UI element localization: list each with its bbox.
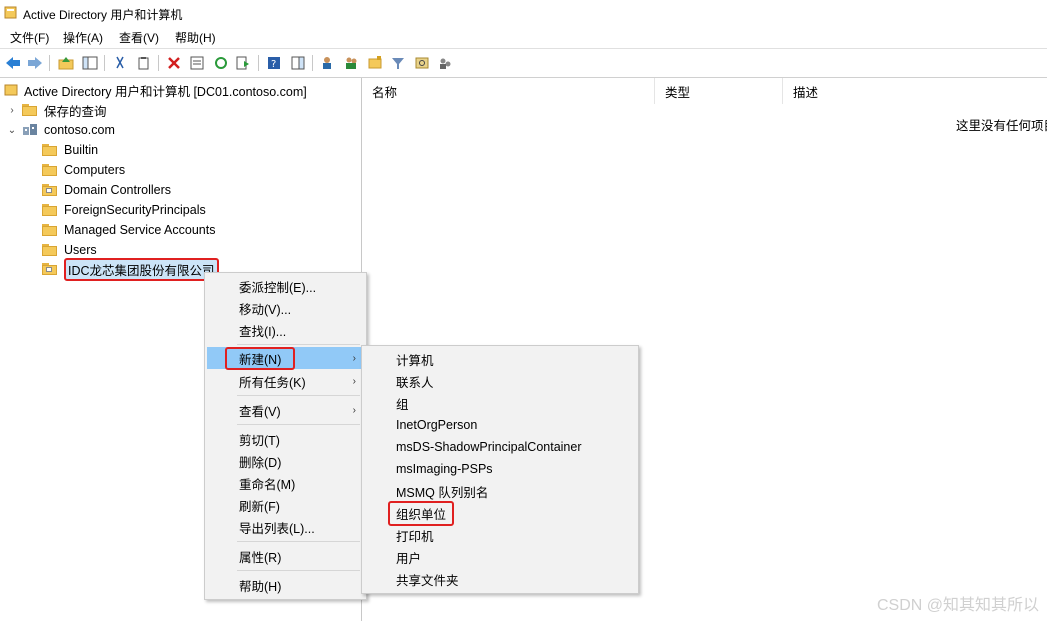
folder-icon [42,164,58,176]
column-header-name[interactable]: 名称 [362,78,655,104]
copy-icon[interactable] [135,54,153,72]
menu-item-cut[interactable]: 剪切(T) [207,428,364,450]
chevron-right-icon: › [352,404,356,416]
menu-item-help[interactable]: 帮助(H) [207,574,364,596]
tree-item-idc-ou[interactable]: IDC龙芯集团股份有限公司 [42,257,219,281]
filter-icon[interactable] [389,54,407,72]
window-title: Active Directory 用户和计算机 [23,8,183,22]
find-icon[interactable] [413,54,431,72]
submenu-item-inetorgperson[interactable]: InetOrgPerson [364,414,636,436]
column-header-type[interactable]: 类型 [655,78,783,104]
folder-icon [42,144,58,156]
folder-icon [42,224,58,236]
tree-root-label: Active Directory 用户和计算机 [DC01.contoso.co… [24,84,307,99]
menu-item-properties[interactable]: 属性(R) [207,545,364,567]
tree-root[interactable]: Active Directory 用户和计算机 [DC01.contoso.co… [4,80,307,100]
tree-item-builtin[interactable]: Builtin [42,140,98,160]
ou-folder-icon [42,263,58,275]
properties-icon[interactable] [188,54,206,72]
ad-users-computers-icon [4,84,18,96]
svg-text:?: ? [271,59,276,70]
context-menu: 委派控制(E)... 移动(V)... 查找(I)... 新建(N) › 所有任… [204,272,367,600]
back-arrow-icon[interactable] [4,54,22,72]
empty-list-message: 这里没有任何项目 [956,119,1047,133]
menu-file[interactable]: 文件(F) [10,29,49,46]
menu-item-rename[interactable]: 重命名(M) [207,472,364,494]
submenu-item-msmq-queue-alias[interactable]: MSMQ 队列别名 [364,480,636,502]
tree-item-label: 保存的查询 [44,104,107,119]
title-bar: Active Directory 用户和计算机 [0,0,1047,27]
submenu-item-printer[interactable]: 打印机 [364,524,636,546]
submenu-item-shared-folder[interactable]: 共享文件夹 [364,568,636,590]
refresh-icon[interactable] [212,54,230,72]
watermark: CSDN @知其知其所以 [876,597,1039,614]
menu-item-new[interactable]: 新建(N) › [207,346,364,370]
tree-item-domain-controllers[interactable]: Domain Controllers [42,180,171,200]
menu-item-move[interactable]: 移动(V)... [207,297,364,319]
tree-item-domain[interactable]: ⌄ contoso.com [6,120,115,140]
submenu-item-computer[interactable]: 计算机 [364,348,636,370]
menu-item-all-tasks[interactable]: 所有任务(K) › [207,370,364,392]
new-ou-icon[interactable] [366,54,384,72]
submenu-item-organizational-unit[interactable]: 组织单位 [364,500,636,526]
add-to-group-icon[interactable] [436,54,454,72]
cut-icon[interactable] [111,54,129,72]
tree-item-label: Users [64,243,97,257]
tree-item-label: ForeignSecurityPrincipals [64,203,206,217]
folder-icon [22,104,38,116]
tree-item-label: Builtin [64,143,99,157]
tree-item-foreign-security-principals[interactable]: ForeignSecurityPrincipals [42,200,206,220]
show-hide-tree-icon[interactable] [81,54,99,72]
ou-folder-icon [42,184,58,196]
tree-item-saved-queries[interactable]: › 保存的查询 [6,100,107,120]
menu-item-refresh[interactable]: 刷新(F) [207,494,364,516]
submenu-new: 计算机 联系人 组 InetOrgPerson msDS-ShadowPrinc… [361,345,639,594]
submenu-item-contact[interactable]: 联系人 [364,370,636,392]
new-user-icon[interactable] [318,54,336,72]
chevron-right-icon: › [352,375,356,387]
forward-arrow-icon[interactable] [26,54,44,72]
export-list-icon[interactable] [234,54,252,72]
submenu-item-msimaging-psps[interactable]: msImaging-PSPs [364,458,636,480]
chevron-down-icon[interactable]: ⌄ [6,125,18,136]
folder-icon [42,204,58,216]
menu-bar: 文件(F) 操作(A) 查看(V) 帮助(H) [0,27,1047,47]
chevron-right-icon: › [352,352,356,364]
show-action-pane-icon[interactable] [289,54,307,72]
menu-view[interactable]: 查看(V) [119,29,159,46]
menu-help[interactable]: 帮助(H) [175,29,216,46]
delete-icon[interactable] [165,54,183,72]
menu-action[interactable]: 操作(A) [63,29,103,46]
menu-item-view[interactable]: 查看(V) › [207,399,364,421]
folder-app-icon [4,6,17,19]
up-level-icon[interactable] [57,54,75,72]
chevron-right-icon[interactable]: › [6,105,18,116]
menu-item-delete[interactable]: 删除(D) [207,450,364,472]
folder-icon [42,244,58,256]
tree-item-label: Managed Service Accounts [64,223,216,237]
domain-icon [23,124,37,135]
menu-item-export-list[interactable]: 导出列表(L)... [207,516,364,538]
tree-item-label: Domain Controllers [64,183,171,197]
submenu-item-group[interactable]: 组 [364,392,636,414]
tree-item-managed-service-accounts[interactable]: Managed Service Accounts [42,220,215,240]
tree-item-label: contoso.com [44,123,115,137]
submenu-item-user[interactable]: 用户 [364,546,636,568]
help-icon[interactable]: ? [265,54,283,72]
new-group-icon[interactable] [342,54,360,72]
column-header-description[interactable]: 描述 [783,78,1047,104]
tree-item-label: IDC龙芯集团股份有限公司 [64,257,219,281]
tree-item-label: Computers [64,163,126,177]
menu-item-find[interactable]: 查找(I)... [207,319,364,341]
menu-item-delegate-control[interactable]: 委派控制(E)... [207,275,364,297]
tree-item-computers[interactable]: Computers [42,160,125,180]
submenu-item-shadow-principal-container[interactable]: msDS-ShadowPrincipalContainer [364,436,636,458]
toolbar: ? [0,48,1047,78]
